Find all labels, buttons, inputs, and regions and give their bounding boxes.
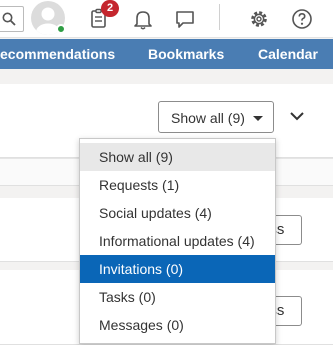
caret-down-icon [253,116,263,121]
search-box[interactable] [0,6,24,32]
top-bar: 2 [0,0,333,38]
bell-icon[interactable] [131,7,155,31]
nav-recommendations[interactable]: ecommendations [0,46,115,62]
gear-icon[interactable] [247,7,271,31]
chat-icon[interactable] [173,7,197,31]
filter-dropdown-label: Show all (9) [171,110,245,126]
topbar-divider [219,4,220,30]
filter-menu: Show all (9) Requests (1) Social updates… [79,138,276,344]
menu-item-social-updates[interactable]: Social updates (4) [80,199,275,227]
help-icon[interactable] [290,7,314,31]
menu-item-messages[interactable]: Messages (0) [80,311,275,339]
main-nav: ecommendations Bookmarks Calendar [0,39,333,69]
menu-item-requests[interactable]: Requests (1) [80,171,275,199]
nav-bookmarks[interactable]: Bookmarks [148,46,224,62]
menu-item-tasks[interactable]: Tasks (0) [80,283,275,311]
notification-badge: 2 [101,0,119,17]
chevron-down-icon[interactable] [288,107,306,125]
menu-item-invitations[interactable]: Invitations (0) [80,255,275,283]
presence-indicator [56,24,66,34]
search-icon [2,12,16,26]
filter-dropdown-button[interactable]: Show all (9) [158,101,274,133]
menu-item-informational-updates[interactable]: Informational updates (4) [80,227,275,255]
nav-calendar[interactable]: Calendar [258,46,318,62]
menu-item-show-all[interactable]: Show all (9) [80,143,275,171]
